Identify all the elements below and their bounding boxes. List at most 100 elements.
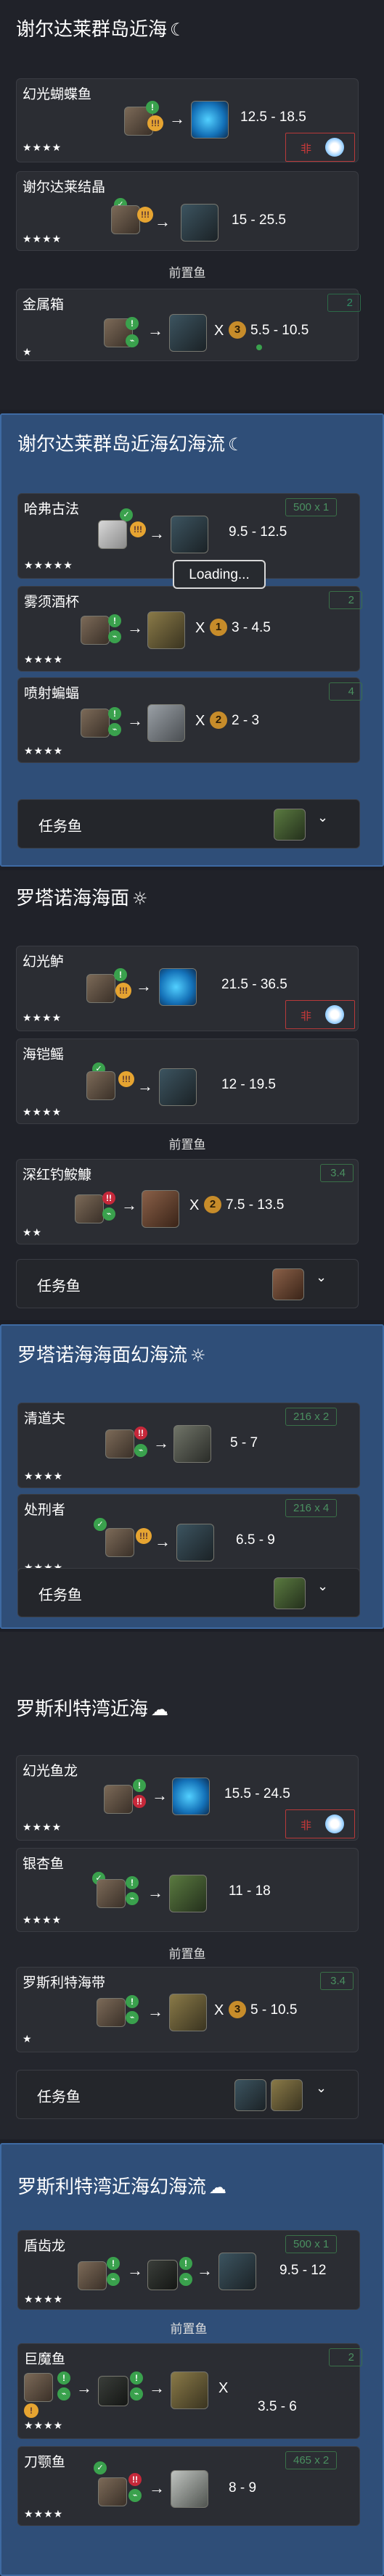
bite-time: 3 - 4.5 xyxy=(232,620,271,635)
chevron-down-icon[interactable]: ⌄ xyxy=(316,1270,327,1285)
task-fish-panel[interactable]: 任务鱼 ⌄ xyxy=(17,799,360,849)
task-fish-icon xyxy=(272,1268,304,1300)
bait-icon xyxy=(24,2373,53,2402)
section-title: 罗斯利特湾近海幻海流 ☁ xyxy=(17,2176,227,2198)
prev-fish-card[interactable]: 金属箱 ★ ! ⌁ → X 3 5.5 - 10.5 2 xyxy=(16,289,361,361)
fish-stars: ★★★★ xyxy=(24,2419,64,2431)
target-fish-icon[interactable] xyxy=(176,1524,214,1561)
count-tag: 465 x 2 xyxy=(285,2451,338,2469)
task-fish-panel[interactable]: 任务鱼 ⌄ xyxy=(16,1259,359,1308)
target-fish-icon[interactable] xyxy=(218,2253,256,2290)
tug-light-icon: ! xyxy=(130,2371,143,2385)
target-fish-icon[interactable] xyxy=(171,2371,208,2409)
loading-indicator: Loading... xyxy=(173,560,266,589)
mooch-count: 1 xyxy=(210,619,227,636)
fish-card-2[interactable]: 谢尔达莱结晶 ★★★★ ✓ !!! → 15 - 25.5 xyxy=(16,171,359,251)
lock-icon: ⌁ xyxy=(108,723,121,736)
chevron-down-icon[interactable]: ⌄ xyxy=(317,810,328,825)
fish-name: 海铠鳐 xyxy=(23,1046,65,1062)
target-fish-icon[interactable] xyxy=(173,1425,211,1463)
prev-fish-card[interactable]: 深红钓鮟鱇 ★★ !! ⌁ → X 2 7.5 - 13.5 3.4 xyxy=(16,1159,359,1244)
fish-card-1[interactable]: 清道夫 ★★★★ !! ⌁ → 5 - 7 216 x 2 xyxy=(17,1403,360,1488)
fish-name: 幻光鲈 xyxy=(23,954,65,970)
prev-fish-card[interactable]: 巨魔鱼 ★★★★ ! ! ⌁ → ! ⌁ → X 3.5 - 6 2 xyxy=(17,2343,362,2439)
hookset-icon: !!! xyxy=(115,983,131,999)
target-fish-icon[interactable] xyxy=(191,101,229,139)
fish-stars: ★★★★ xyxy=(24,1470,64,1482)
lock-icon: ⌁ xyxy=(134,1444,147,1457)
bait-icon xyxy=(111,205,140,234)
task-fish-panel[interactable]: 任务鱼 ⌄ xyxy=(16,2070,359,2119)
hookset-icon: ! xyxy=(24,2403,38,2418)
count-tag: 216 x 4 xyxy=(285,1499,338,1517)
mooch-count: 2 xyxy=(210,711,227,729)
bait-icon xyxy=(81,709,110,738)
lock-icon: ✓ xyxy=(94,2461,107,2474)
prev-fish-card[interactable]: 罗斯利特海带 ★ ! ⌁ → X 3 5 - 10.5 3.4 xyxy=(16,1967,359,2052)
fish-card-1[interactable]: 幻光鲈 ★★★★ ! !!! → 21.5 - 36.5 非 xyxy=(16,946,359,1031)
arrow-icon: → xyxy=(147,2002,163,2020)
bait-icon xyxy=(81,616,110,645)
arrow-icon: → xyxy=(147,321,163,339)
target-fish-icon[interactable] xyxy=(171,2470,208,2508)
bite-time: 8 - 9 xyxy=(229,2480,257,2496)
intermediate-fish-icon xyxy=(98,2376,128,2406)
target-fish-icon[interactable] xyxy=(159,1068,197,1106)
target-fish-icon[interactable] xyxy=(181,204,218,242)
task-fish-panel[interactable]: 任务鱼 ⌄ xyxy=(17,1568,360,1617)
count-tag: 500 x 1 xyxy=(285,2235,338,2253)
tug-light-icon: ! xyxy=(133,1779,146,1792)
hookset-icon: !!! xyxy=(136,1528,152,1544)
bite-time: 11 - 18 xyxy=(229,1883,271,1899)
target-fish-icon[interactable] xyxy=(172,1778,210,1815)
fish-card-1[interactable]: 幻光蝴蝶鱼 ★★★★ ! !!! → 12.5 - 18.5 非 xyxy=(16,78,359,162)
fish-card-2[interactable]: 处刑者 ★★★★ ✓ !!! → 6.5 - 9 216 x 4 xyxy=(17,1494,360,1580)
tug-light-icon: ! xyxy=(126,1876,139,1889)
fish-stars: ★★★★ xyxy=(24,2293,64,2305)
bait-icon xyxy=(105,1528,134,1557)
bite-time: 15.5 - 24.5 xyxy=(224,1786,290,1801)
fish-card-1[interactable]: 盾齿龙 ★★★★ ! ⌁ → ! ⌁ → 9.5 - 12 500 x 1 xyxy=(17,2230,360,2310)
prev-fish-label: 前置鱼 xyxy=(168,266,206,281)
count-tag: 4 xyxy=(329,682,362,701)
fish-name: 清道夫 xyxy=(24,1411,66,1427)
bite-time: 12 - 19.5 xyxy=(221,1077,276,1092)
fish-card-2[interactable]: 银杏鱼 ★★★★ ✓ ! ⌁ → 11 - 18 xyxy=(16,1848,359,1932)
fish-card-1[interactable]: 幻光鱼龙 ★★★★ ! !! → 15.5 - 24.5 非 xyxy=(16,1755,359,1841)
fish-card-2[interactable]: 雾须酒杯 ★★★★ ! ⌁ → X 1 3 - 4.5 2 xyxy=(17,586,362,672)
hookset-icon: !!! xyxy=(130,521,146,537)
chevron-down-icon[interactable]: ⌄ xyxy=(317,1579,328,1594)
arrow-icon: → xyxy=(169,110,185,128)
fish-stars: ★★★★ xyxy=(24,653,64,665)
tug-light-icon: ! xyxy=(108,614,121,627)
fish-stars: ★★★★ xyxy=(23,1821,62,1833)
bite-time: 5 - 10.5 xyxy=(250,2002,298,2018)
prev-fish-label: 前置鱼 xyxy=(168,1138,206,1152)
lock-icon: ⌁ xyxy=(126,334,139,347)
arrow-icon: → xyxy=(127,619,143,637)
fish-card-2[interactable]: 海铠鳐 ★★★★ ✓ !!! → 12 - 19.5 xyxy=(16,1039,359,1124)
tug-heavy-icon: !! xyxy=(102,1192,115,1205)
section-title: 谢尔达莱群岛近海 ☾ xyxy=(16,19,186,41)
fish-stars: ★★★★★ xyxy=(24,559,73,571)
target-fish-icon[interactable] xyxy=(159,968,197,1006)
times-label: X xyxy=(195,620,205,636)
target-fish-icon[interactable] xyxy=(147,611,185,649)
tug-light-icon: ! xyxy=(146,101,159,114)
chevron-down-icon[interactable]: ⌄ xyxy=(316,2081,327,2096)
fish-card-last[interactable]: 刀颚鱼 ★★★★ ✓ !! ⌁ → 8 - 9 465 x 2 xyxy=(17,2446,360,2526)
target-fish-icon[interactable] xyxy=(169,314,207,352)
count-tag: 2 xyxy=(329,2348,362,2366)
night-weather-icon: ☾ xyxy=(170,20,186,40)
lock-icon: ⌁ xyxy=(108,630,121,643)
tug-light-icon: ! xyxy=(126,1995,139,2008)
target-fish-icon[interactable] xyxy=(169,1875,207,1912)
target-fish-icon[interactable] xyxy=(171,516,208,553)
target-fish-icon[interactable] xyxy=(142,1190,179,1228)
target-fish-icon[interactable] xyxy=(169,1994,207,2031)
bait-icon xyxy=(97,1998,126,2027)
fish-card-3[interactable]: 喷射蝙蝠 ★★★★ ! ⌁ → X 2 2 - 3 4 xyxy=(17,677,362,763)
tug-heavy-icon: !! xyxy=(128,2473,142,2486)
target-fish-icon[interactable] xyxy=(147,704,185,742)
arrow-icon: → xyxy=(147,1883,163,1902)
